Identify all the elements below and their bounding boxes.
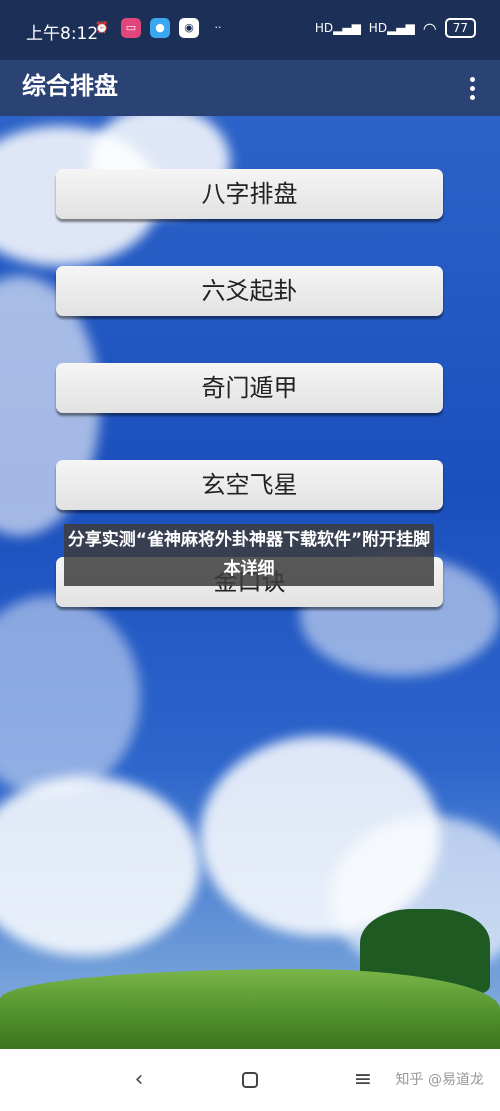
- more-notifications-icon: ··: [214, 21, 222, 34]
- app-notification-icon: ▭: [121, 18, 141, 38]
- liuyao-button[interactable]: 六爻起卦: [56, 266, 443, 316]
- status-right: HD▂▄▆ HD▂▄▆ ◠ 77: [315, 18, 476, 38]
- back-icon[interactable]: ‹: [124, 1065, 154, 1095]
- xuankong-button[interactable]: 玄空飞星: [56, 460, 443, 510]
- navigation-bar: ‹ ≡ 知乎 @易道龙: [0, 1049, 500, 1111]
- app-title: 综合排盘: [22, 72, 118, 100]
- message-notification-icon: ●: [150, 18, 170, 38]
- wifi-icon: ◠: [422, 18, 437, 38]
- battery-icon: 77: [444, 18, 476, 38]
- caption-overlay: 分享实测“雀神麻将外卦神器下载软件”附开挂脚本详细: [64, 524, 434, 586]
- bazi-button[interactable]: 八字排盘: [56, 169, 443, 219]
- signal-label-2: HD: [368, 21, 388, 35]
- signal-icon-2: HD▂▄▆: [368, 21, 415, 35]
- cloud: [0, 596, 140, 796]
- watermark: 知乎 @易道龙: [395, 1072, 484, 1088]
- status-time: 上午8:12: [26, 24, 99, 44]
- signal-label-1: HD: [314, 21, 334, 35]
- recent-apps-icon[interactable]: ≡: [348, 1065, 378, 1095]
- notification-icons: ⏰ ▭ ● ◉ ··: [92, 18, 228, 38]
- camera-notification-icon: ◉: [179, 18, 199, 38]
- qimen-button[interactable]: 奇门遁甲: [56, 363, 443, 413]
- signal-icon-1: HD▂▄▆: [314, 21, 361, 35]
- app-bar: 综合排盘: [0, 60, 500, 116]
- alarm-icon: ⏰: [95, 21, 109, 34]
- home-icon[interactable]: [235, 1065, 265, 1095]
- overflow-menu-icon[interactable]: [460, 68, 484, 108]
- cloud: [0, 776, 200, 956]
- grass: [0, 969, 500, 1049]
- status-bar: 上午8:12 ⏰ ▭ ● ◉ ·· HD▂▄▆ HD▂▄▆ ◠ 77: [0, 0, 500, 60]
